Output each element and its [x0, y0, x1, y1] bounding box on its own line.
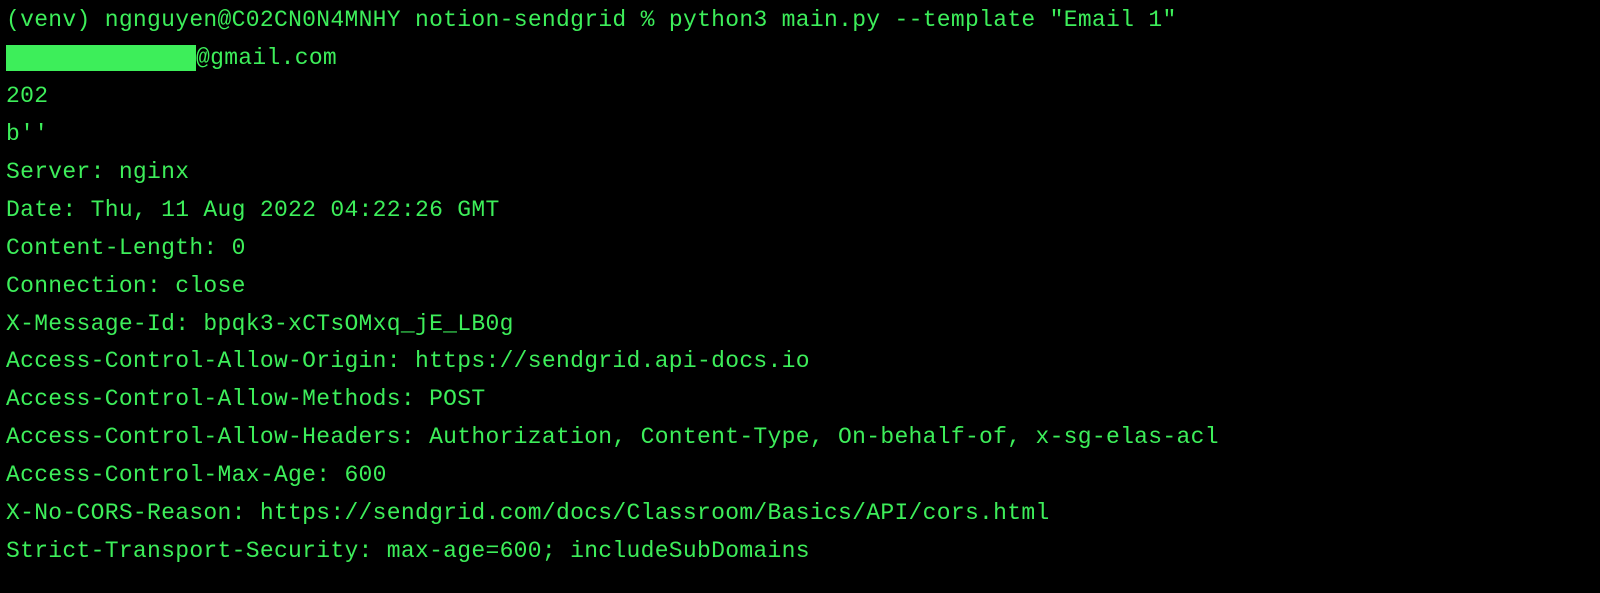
venv-prefix: (venv) [6, 7, 105, 33]
directory: notion-sendgrid [415, 7, 627, 33]
header-line: Access-Control-Allow-Origin: https://sen… [6, 343, 1594, 381]
status-code: 202 [6, 78, 1594, 116]
username: ngnguyen [105, 7, 218, 33]
header-line: X-No-CORS-Reason: https://sendgrid.com/d… [6, 495, 1594, 533]
prompt-symbol: % [627, 7, 669, 33]
header-line: Strict-Transport-Security: max-age=600; … [6, 533, 1594, 571]
redacted-block [6, 45, 196, 71]
header-line: Access-Control-Allow-Methods: POST [6, 381, 1594, 419]
header-line: Connection: close [6, 268, 1594, 306]
header-line: Access-Control-Allow-Headers: Authorizat… [6, 419, 1594, 457]
response-body: b'' [6, 116, 1594, 154]
header-line: X-Message-Id: bpqk3-xCTsOMxq_jE_LB0g [6, 306, 1594, 344]
header-line: Content-Length: 0 [6, 230, 1594, 268]
prompt-line[interactable]: (venv) ngnguyen@C02CN0N4MNHY notion-send… [6, 2, 1594, 40]
email-line: @gmail.com [6, 40, 1594, 78]
command-text: python3 main.py --template "Email 1" [669, 7, 1177, 33]
header-line: Access-Control-Max-Age: 600 [6, 457, 1594, 495]
header-line: Date: Thu, 11 Aug 2022 04:22:26 GMT [6, 192, 1594, 230]
email-suffix: @gmail.com [196, 45, 337, 71]
header-line: Server: nginx [6, 154, 1594, 192]
hostname: C02CN0N4MNHY [232, 7, 401, 33]
